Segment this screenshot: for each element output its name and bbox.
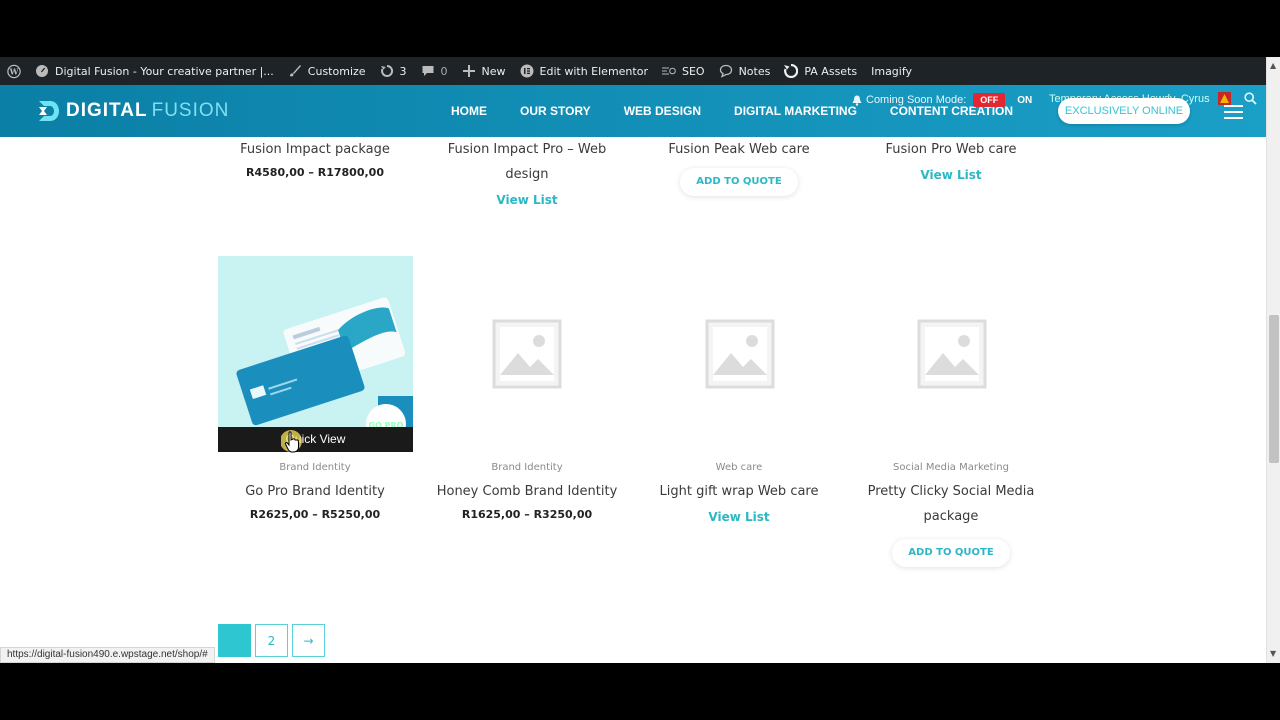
- comments-link[interactable]: 0: [414, 57, 455, 85]
- updates-link[interactable]: 3: [373, 57, 414, 85]
- add-to-quote-button[interactable]: ADD TO QUOTE: [680, 168, 798, 196]
- avatar[interactable]: [1218, 92, 1231, 105]
- logo-text-main: DIGITAL: [66, 100, 148, 121]
- exclusively-online-button[interactable]: EXCLUSIVELY ONLINE: [1058, 98, 1190, 124]
- nav-our-story[interactable]: OUR STORY: [520, 104, 591, 118]
- site-logo[interactable]: DIGITAL FUSION: [36, 98, 229, 124]
- product-title[interactable]: Fusion Pro Web care: [853, 137, 1049, 162]
- scroll-up-arrow-icon[interactable]: ▲: [1270, 61, 1276, 70]
- pa-assets-link[interactable]: PA Assets: [777, 57, 864, 85]
- pa-assets-label: PA Assets: [804, 64, 858, 78]
- search-icon[interactable]: [1244, 92, 1257, 105]
- product-card: Fusion Peak Web care ADD TO QUOTE: [641, 137, 837, 196]
- pa-assets-icon: [784, 64, 799, 78]
- elementor-icon: [520, 64, 534, 78]
- quick-view-button[interactable]: Quick View: [218, 427, 413, 452]
- product-title[interactable]: Fusion Impact package: [217, 137, 413, 162]
- bell-icon: [852, 95, 862, 106]
- product-price: R4580,00 – R17800,00: [246, 166, 384, 179]
- elementor-link[interactable]: Edit with Elementor: [513, 57, 655, 85]
- notes-label: Notes: [738, 64, 771, 78]
- comment-icon: [421, 64, 435, 78]
- product-title[interactable]: Honey Comb Brand Identity: [429, 479, 625, 504]
- coming-soon-mode: Coming Soon Mode: OFF ON: [852, 93, 1032, 107]
- svg-text:W: W: [9, 67, 19, 76]
- scrollbar-thumb[interactable]: [1269, 315, 1279, 463]
- product-category[interactable]: Web care: [641, 461, 837, 475]
- notes-link[interactable]: Notes: [712, 57, 778, 85]
- product-image[interactable]: GO PRO Quick View: [218, 256, 413, 452]
- add-to-quote-button[interactable]: ADD TO QUOTE: [892, 539, 1010, 567]
- product-card: Fusion Impact Pro – Web design View List: [429, 137, 625, 207]
- imagify-link[interactable]: Imagify: [864, 57, 919, 85]
- site-header: DIGITAL FUSION HOME OUR STORY WEB DESIGN…: [0, 85, 1266, 137]
- hamburger-menu-icon[interactable]: [1224, 105, 1243, 123]
- product-card: Social Media Marketing Pretty Clicky Soc…: [853, 461, 1049, 567]
- pagination-current-page[interactable]: [218, 624, 251, 657]
- nav-web-design[interactable]: WEB DESIGN: [624, 104, 701, 118]
- browser-status-url: https://digital-fusion490.e.wpstage.net/…: [0, 647, 215, 663]
- logo-mark-icon: [39, 101, 59, 121]
- logo-text-sub: FUSION: [151, 100, 230, 121]
- hand-cursor-icon: [281, 430, 302, 453]
- product-category[interactable]: Brand Identity: [217, 461, 413, 475]
- updates-count: 3: [399, 64, 407, 78]
- business-cards-illustration: GO PRO: [218, 256, 413, 452]
- pagination-next-button[interactable]: →: [292, 624, 325, 657]
- new-content-link[interactable]: New: [455, 57, 513, 85]
- dashboard-icon: [35, 64, 49, 78]
- product-card: Fusion Pro Web care View List: [853, 137, 1049, 182]
- image-placeholder-icon[interactable]: [705, 319, 775, 389]
- customize-label: Customize: [307, 64, 366, 78]
- seo-link[interactable]: SEO: [655, 57, 712, 85]
- plus-icon: [462, 64, 476, 78]
- view-list-link[interactable]: View List: [429, 193, 625, 207]
- seo-icon: [661, 64, 676, 78]
- image-placeholder-icon[interactable]: [492, 319, 562, 389]
- updates-icon: [380, 64, 394, 78]
- scroll-down-arrow-icon[interactable]: ▼: [1270, 649, 1276, 658]
- view-list-link[interactable]: View List: [853, 168, 1049, 182]
- seo-label: SEO: [681, 64, 705, 78]
- coming-soon-label: Coming Soon Mode:: [866, 94, 967, 106]
- new-label: New: [481, 64, 506, 78]
- product-category[interactable]: Social Media Marketing: [853, 461, 1049, 475]
- wp-admin-bar: W Digital Fusion - Your creative partner…: [0, 57, 1266, 85]
- coming-soon-on-toggle[interactable]: ON: [1017, 95, 1032, 106]
- site-title-text: Digital Fusion - Your creative partner |…: [55, 64, 274, 78]
- brush-icon: [288, 64, 302, 78]
- wordpress-icon: W: [7, 64, 21, 78]
- product-title[interactable]: Light gift wrap Web care: [641, 479, 837, 504]
- wordpress-logo-button[interactable]: W: [0, 57, 28, 85]
- product-title[interactable]: Fusion Impact Pro – Web design: [429, 137, 625, 187]
- chat-bubble-icon: [719, 64, 733, 78]
- customize-link[interactable]: Customize: [281, 57, 373, 85]
- product-title[interactable]: Fusion Peak Web care: [641, 137, 837, 162]
- product-card: Brand Identity Go Pro Brand Identity R26…: [217, 461, 413, 521]
- coming-soon-off-toggle[interactable]: OFF: [973, 93, 1006, 107]
- product-price: R2625,00 – R5250,00: [249, 508, 381, 521]
- nav-home[interactable]: HOME: [451, 104, 487, 118]
- product-title[interactable]: Go Pro Brand Identity: [217, 479, 413, 504]
- product-title[interactable]: Pretty Clicky Social Media package: [853, 479, 1049, 529]
- product-card: Brand Identity Honey Comb Brand Identity…: [429, 461, 625, 521]
- product-card: Web care Light gift wrap Web care View L…: [641, 461, 837, 524]
- image-placeholder-icon[interactable]: [917, 319, 987, 389]
- comments-count: 0: [440, 64, 448, 78]
- product-category[interactable]: Brand Identity: [429, 461, 625, 475]
- site-name-link[interactable]: Digital Fusion - Your creative partner |…: [28, 57, 281, 85]
- product-card: Fusion Impact package R4580,00 – R17800,…: [217, 137, 413, 179]
- browser-viewport: W Digital Fusion - Your creative partner…: [0, 57, 1280, 663]
- pagination-page-2[interactable]: 2: [255, 624, 288, 657]
- imagify-label: Imagify: [871, 64, 913, 78]
- view-list-link[interactable]: View List: [641, 510, 837, 524]
- page-scrollbar[interactable]: ▲ ▼: [1266, 57, 1280, 663]
- nav-digital-marketing[interactable]: DIGITAL MARKETING: [734, 104, 857, 118]
- product-price: R1625,00 – R3250,00: [461, 508, 593, 521]
- elementor-label: Edit with Elementor: [539, 64, 648, 78]
